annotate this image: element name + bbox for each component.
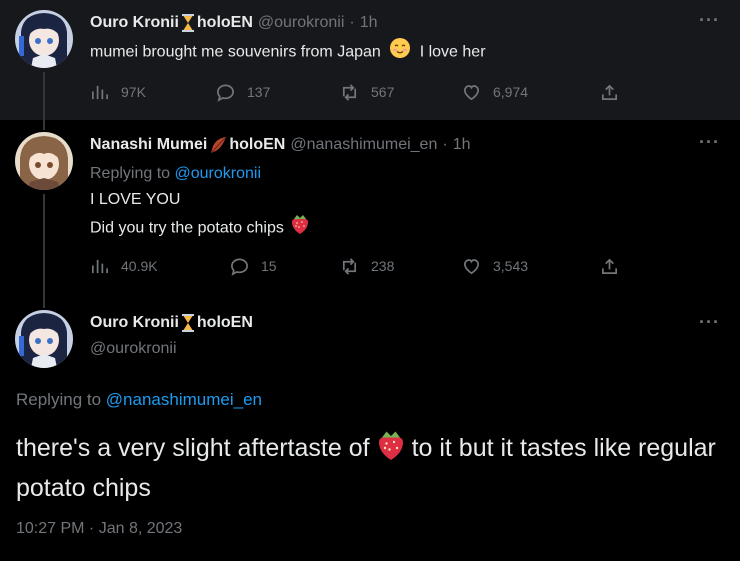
relative-time[interactable]: 1h: [360, 14, 378, 32]
like-count: 3,543: [493, 258, 529, 274]
reply-icon: [217, 84, 234, 102]
reply-count: 15: [261, 258, 277, 274]
more-options-icon[interactable]: ···: [699, 312, 720, 333]
mention-link[interactable]: @nanashimumei_en: [106, 390, 262, 409]
like-icon: [463, 84, 480, 100]
mention-link[interactable]: @ourokronii: [175, 165, 262, 182]
avatar-nanashimumei[interactable]: [15, 132, 73, 190]
share-button[interactable]: [600, 256, 631, 276]
separator: ·: [349, 14, 355, 31]
like-icon: [463, 258, 480, 274]
display-name[interactable]: Ouro Kronii: [90, 314, 179, 332]
tweet-header: Ouro Kronii holoEN @ourokronii · 1h: [90, 14, 378, 32]
hourglass-icon: [181, 314, 195, 332]
retweet-button[interactable]: 567: [340, 82, 394, 102]
handle[interactable]: @nanashimumei_en: [290, 136, 437, 154]
action-bar: 40.9K 15 238 3,543: [90, 256, 630, 276]
relative-time[interactable]: 1h: [453, 136, 471, 154]
tweet-text-main: mumei brought me souvenirs from Japan: [90, 43, 381, 61]
org-name: holoEN: [196, 314, 253, 331]
avatar-ourokronii[interactable]: [15, 310, 73, 368]
replying-label: Replying to: [16, 390, 102, 409]
tweet-text: Did you try the potato chips: [90, 219, 284, 237]
thread-line: [43, 120, 45, 130]
reply-button[interactable]: 15: [230, 256, 277, 276]
handle-text: @ourokronii: [90, 340, 177, 357]
reply-icon: [231, 258, 248, 276]
tweet-text-line-1: I LOVE YOU: [90, 191, 181, 208]
separator: ·: [442, 136, 448, 153]
share-icon: [601, 84, 618, 100]
views-count: 40.9K: [121, 258, 158, 274]
replying-label: Replying to: [90, 165, 171, 182]
views-button[interactable]: 40.9K: [90, 256, 158, 276]
tweet-text-start: there's a very slight aftertaste of: [16, 434, 370, 463]
avatar-ourokronii[interactable]: [15, 10, 73, 68]
retweet-icon: [342, 83, 357, 101]
tweet-text: there's a very slight aftertaste of to it…: [16, 428, 716, 505]
feather-icon: [209, 136, 227, 154]
views-icon: [91, 259, 108, 273]
org-name: holoEN: [196, 14, 253, 31]
strawberry-icon: [290, 213, 310, 244]
views-button[interactable]: 97K: [90, 82, 146, 102]
retweet-button[interactable]: 238: [340, 256, 394, 276]
display-name[interactable]: Nanashi Mumei: [90, 136, 207, 154]
org-name: holoEN: [229, 136, 286, 153]
display-name[interactable]: Ouro Kronii: [90, 14, 179, 32]
tweet-text-end: I love her: [419, 43, 486, 61]
more-options-icon[interactable]: ···: [699, 132, 720, 153]
like-button[interactable]: 6,974: [462, 82, 528, 102]
thread-line: [43, 288, 45, 308]
tweet-1[interactable]: Ouro Kronii holoEN @ourokronii · 1h ··· …: [0, 0, 740, 120]
reply-count: 137: [247, 84, 271, 100]
handle[interactable]: @ourokronii: [258, 14, 345, 32]
tweet-timestamp[interactable]: 10:27 PM · Jan 8, 2023: [16, 520, 182, 538]
tweet-2[interactable]: Nanashi Mumei holoEN @nanashimumei_en · …: [0, 120, 740, 294]
tweet-header: Ouro Kronii holoEN: [90, 314, 253, 332]
retweet-icon: [342, 257, 357, 275]
thread-line: [43, 72, 45, 120]
tweet-text-line-2: Did you try the potato chips: [90, 213, 312, 244]
retweet-count: 238: [371, 258, 395, 274]
more-options-icon[interactable]: ···: [699, 10, 720, 31]
thread-line: [43, 194, 45, 294]
tweet-3-focused[interactable]: Ouro Kronii holoEN @ourokronii ··· Reply…: [0, 288, 740, 561]
smiling-face-icon: [389, 37, 411, 68]
reply-button[interactable]: 137: [216, 82, 270, 102]
share-button[interactable]: [600, 82, 631, 102]
handle[interactable]: @ourokronii: [90, 336, 177, 362]
retweet-count: 567: [371, 84, 395, 100]
strawberry-icon: [376, 428, 406, 471]
replying-to: Replying to @nanashimumei_en: [16, 387, 262, 413]
like-count: 6,974: [493, 84, 529, 100]
tweet-text: mumei brought me souvenirs from Japan I …: [90, 37, 486, 68]
share-icon: [601, 258, 618, 274]
tweet-header: Nanashi Mumei holoEN @nanashimumei_en · …: [90, 136, 470, 154]
hourglass-icon: [181, 14, 195, 32]
views-count: 97K: [121, 84, 146, 100]
views-icon: [91, 85, 108, 99]
action-bar: 97K 137 567 6,974: [90, 82, 630, 102]
like-button[interactable]: 3,543: [462, 256, 528, 276]
replying-to: Replying to @ourokronii: [90, 161, 261, 187]
